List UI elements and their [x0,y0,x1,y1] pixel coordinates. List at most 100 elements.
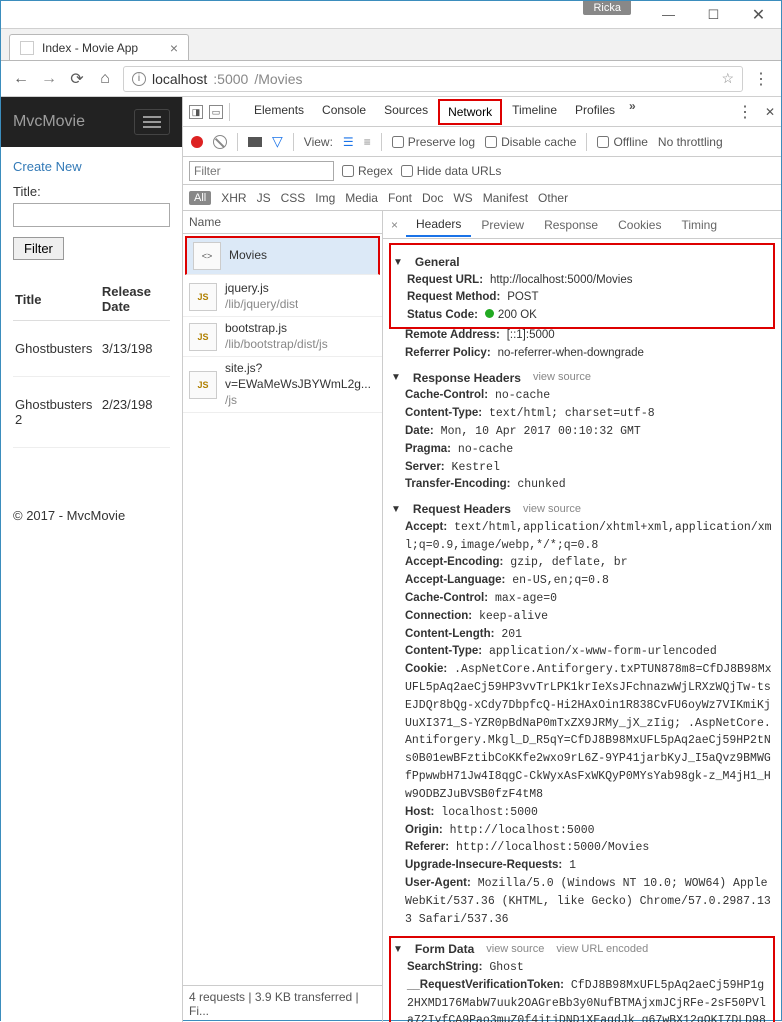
col-release-date: Release Date [100,278,170,321]
header-entry: Cache-Control: no-cache [391,387,773,405]
tab-profiles[interactable]: Profiles [567,99,623,125]
more-tabs-icon[interactable]: » [629,99,636,125]
type-media[interactable]: Media [345,191,378,205]
url-port: :5000 [213,71,248,87]
preserve-log-checkbox[interactable]: Preserve log [392,135,475,149]
title-input[interactable] [13,203,170,227]
tab-close-icon[interactable]: × [170,40,178,56]
tab-headers[interactable]: Headers [406,213,471,237]
section-general[interactable]: ▼General [393,253,771,272]
title-label: Title: [13,184,170,199]
clear-icon[interactable] [213,135,227,149]
type-img[interactable]: Img [315,191,335,205]
hamburger-icon[interactable] [134,109,170,135]
disable-cache-checkbox[interactable]: Disable cache [485,135,576,149]
browser-tabstrip: Index - Movie App × [1,29,781,61]
tab-timeline[interactable]: Timeline [504,99,565,125]
bookmark-icon[interactable]: ☆ [721,70,734,87]
devtools-close-icon[interactable]: ✕ [765,105,775,119]
forward-button[interactable]: → [39,70,59,88]
create-new-link[interactable]: Create New [13,159,82,174]
tab-response[interactable]: Response [534,214,608,236]
type-doc[interactable]: Doc [422,191,443,205]
doc-icon: <> [193,242,221,270]
header-entry: Accept: text/html,application/xhtml+xml,… [391,519,773,555]
section-form-data[interactable]: ▼Form Dataview sourceview URL encoded [393,940,771,959]
header-entry: Origin: http://localhost:5000 [391,822,773,840]
js-icon: JS [189,371,217,399]
close-button[interactable]: ✕ [736,1,781,28]
tab-sources[interactable]: Sources [376,99,436,125]
network-status-bar: 4 requests | 3.9 KB transferred | Fi... [183,985,382,1022]
type-manifest[interactable]: Manifest [483,191,528,205]
favicon-icon [20,41,34,55]
request-row[interactable]: JS bootstrap.js/lib/bootstrap/dist/js [183,317,382,357]
header-entry: Cookie: .AspNetCore.Antiforgery.txPTUN87… [391,661,773,804]
browser-menu-icon[interactable]: ⋮ [751,69,771,89]
tab-timing[interactable]: Timing [671,214,727,236]
tab-network[interactable]: Network [438,99,502,125]
col-title: Title [13,278,100,321]
device-icon[interactable]: ▭ [209,105,223,119]
request-row-movies[interactable]: <> Movies [185,236,380,275]
tab-preview[interactable]: Preview [471,214,534,236]
section-response-headers[interactable]: ▼Response Headersview source [391,369,773,388]
header-entry: Content-Type: application/x-www-form-url… [391,643,773,661]
network-filter-input[interactable] [189,161,334,181]
js-icon: JS [189,323,217,351]
filter-icon[interactable]: ▽ [272,133,283,150]
site-info-icon[interactable]: i [132,72,146,86]
tab-cookies[interactable]: Cookies [608,214,671,236]
type-xhr[interactable]: XHR [221,191,246,205]
detail-tabs: × Headers Preview Response Cookies Timin… [383,211,781,239]
window-titlebar: Ricka — ☐ ✕ [1,1,781,29]
back-button[interactable]: ← [11,70,31,88]
header-entry: Pragma: no-cache [391,441,773,459]
tab-console[interactable]: Console [314,99,374,125]
request-row[interactable]: JS site.js?v=EWaMeWsJBYWmL2g.../js [183,357,382,413]
record-icon[interactable] [191,136,203,148]
header-entry: Connection: keep-alive [391,608,773,626]
devtools-menu-icon[interactable]: ⋮ [737,102,753,122]
table-row: Ghostbusters 3/13/198 [13,321,170,377]
large-rows-icon[interactable]: ☰ [343,135,354,149]
header-entry: Accept-Encoding: gzip, deflate, br [391,554,773,572]
waterfall-icon[interactable]: ≡ [364,135,371,149]
header-entry: __RequestVerificationToken: CfDJ8B98MxUF… [393,977,771,1022]
regex-checkbox[interactable]: Regex [342,164,393,178]
maximize-button[interactable]: ☐ [691,1,736,28]
home-button[interactable]: ⌂ [95,70,115,88]
movies-table: Title Release Date Ghostbusters 3/13/198… [13,278,170,448]
network-type-filter: All XHR JS CSS Img Media Font Doc WS Man… [183,185,781,211]
screenshot-icon[interactable] [248,137,262,147]
url-host: localhost [152,71,207,87]
browser-tab[interactable]: Index - Movie App × [9,34,189,60]
header-entry: Content-Type: text/html; charset=utf-8 [391,405,773,423]
throttling-select[interactable]: No throttling [658,135,723,149]
header-entry: User-Agent: Mozilla/5.0 (Windows NT 10.0… [391,875,773,928]
type-css[interactable]: CSS [281,191,306,205]
offline-checkbox[interactable]: Offline [597,135,647,149]
tab-elements[interactable]: Elements [246,99,312,125]
type-font[interactable]: Font [388,191,412,205]
type-ws[interactable]: WS [453,191,472,205]
close-detail-icon[interactable]: × [383,218,406,232]
general-section-highlight: ▼General Request URL: http://localhost:5… [389,243,775,329]
minimize-button[interactable]: — [646,1,691,28]
url-field[interactable]: i localhost:5000/Movies ☆ [123,66,743,92]
type-js[interactable]: JS [257,191,271,205]
copyright: © 2017 - MvcMovie [13,508,170,523]
type-all[interactable]: All [189,191,211,205]
request-row[interactable]: JS jquery.js/lib/jquery/dist [183,277,382,317]
hide-data-urls-checkbox[interactable]: Hide data URLs [401,164,502,178]
section-request-headers[interactable]: ▼Request Headersview source [391,500,773,519]
request-list: Name <> Movies JS jquery.js/lib/jquery/d… [183,211,383,1022]
reload-button[interactable]: ⟳ [67,69,87,89]
app-navbar: MvcMovie [1,97,182,147]
app-brand[interactable]: MvcMovie [13,113,85,131]
list-header-name: Name [183,211,382,234]
header-entry: Host: localhost:5000 [391,804,773,822]
inspect-icon[interactable]: ◨ [189,105,203,119]
filter-button[interactable]: Filter [13,237,64,260]
type-other[interactable]: Other [538,191,568,205]
